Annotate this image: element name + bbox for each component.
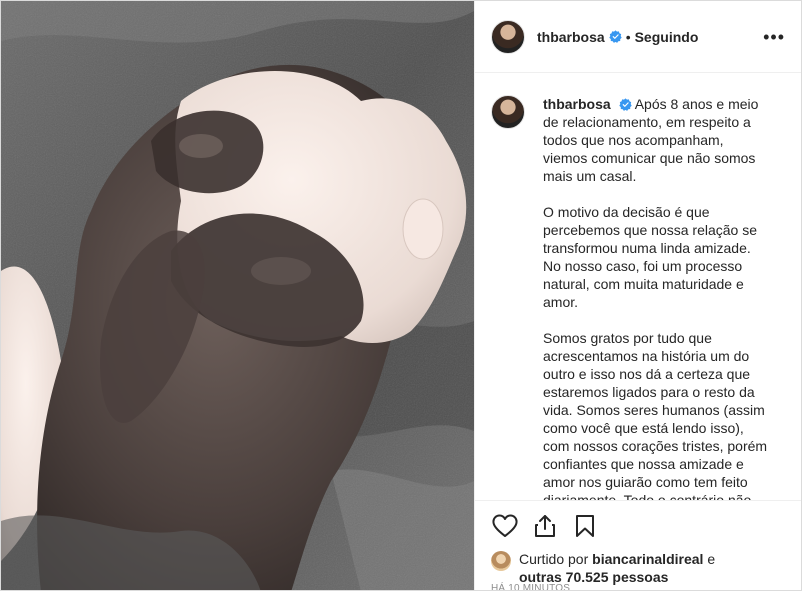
author-username[interactable]: thbarbosa bbox=[537, 29, 605, 45]
action-bar bbox=[475, 500, 801, 550]
likes-text: Curtido por biancarinaldireal e outras 7… bbox=[519, 550, 715, 586]
post-container: thbarbosa • Seguindo ••• thbarbosa Após … bbox=[0, 0, 802, 591]
like-button[interactable] bbox=[489, 510, 521, 542]
share-icon bbox=[535, 514, 555, 537]
separator-dot: • bbox=[625, 28, 631, 45]
likes-conjunction: e bbox=[707, 551, 716, 567]
likes-prefix: Curtido por bbox=[519, 551, 589, 567]
following-button[interactable]: Seguindo bbox=[635, 29, 699, 45]
share-button[interactable] bbox=[529, 510, 561, 542]
caption-paragraph-2: O motivo da decisão é que percebemos que… bbox=[543, 204, 758, 310]
liker-username[interactable]: biancarinaldireal bbox=[592, 551, 703, 567]
bookmark-icon bbox=[576, 514, 594, 537]
author-avatar[interactable] bbox=[491, 19, 525, 54]
holding-hands-image bbox=[1, 1, 474, 590]
more-options-icon[interactable]: ••• bbox=[763, 28, 785, 46]
caption-paragraph-3: Somos gratos por tudo que acrescentamos … bbox=[543, 330, 768, 500]
post-details-panel: thbarbosa • Seguindo ••• thbarbosa Após … bbox=[474, 1, 801, 590]
caption: thbarbosa Após 8 anos e meio de relacion… bbox=[491, 95, 785, 500]
verified-badge-icon bbox=[618, 98, 632, 111]
post-photo[interactable] bbox=[1, 1, 474, 590]
post-header: thbarbosa • Seguindo ••• bbox=[475, 1, 801, 73]
post-timestamp[interactable]: HÁ 10 MINUTOS bbox=[491, 583, 570, 590]
caption-author-avatar[interactable] bbox=[491, 95, 525, 129]
caption-username[interactable]: thbarbosa bbox=[543, 96, 611, 112]
caption-text: thbarbosa Após 8 anos e meio de relacion… bbox=[543, 95, 769, 500]
liker-avatar[interactable] bbox=[491, 551, 511, 571]
save-button[interactable] bbox=[569, 510, 601, 542]
heart-icon bbox=[492, 514, 518, 537]
comments-area[interactable]: thbarbosa Após 8 anos e meio de relacion… bbox=[475, 73, 801, 500]
verified-badge-icon bbox=[609, 30, 622, 43]
